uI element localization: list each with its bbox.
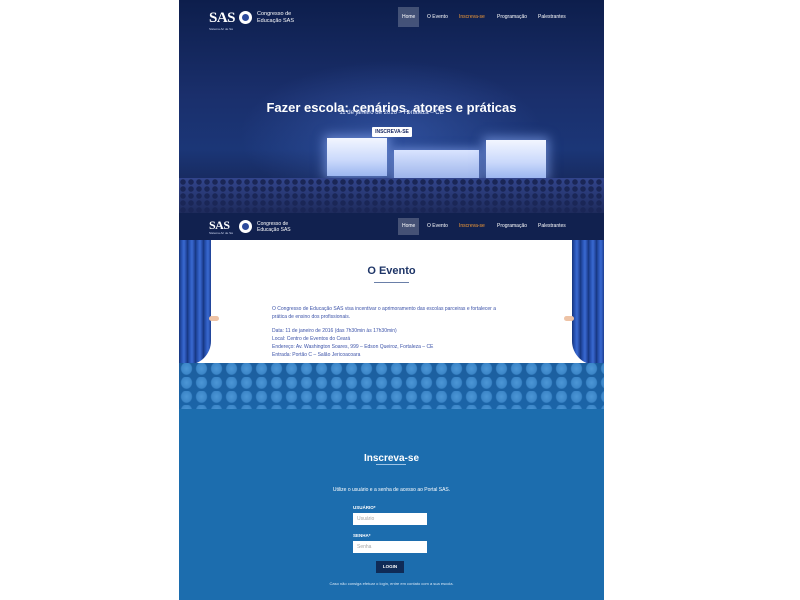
nav-o-evento[interactable]: O Evento (423, 7, 452, 27)
hand-right (564, 316, 574, 321)
user-input[interactable] (353, 513, 427, 525)
event-address: Endereço: Av. Washington Soares, 999 – E… (272, 344, 434, 350)
event-section: O Evento O Congresso de Educação SAS vis… (179, 240, 604, 365)
nav-home[interactable]: Home (398, 218, 420, 235)
password-input[interactable] (353, 541, 427, 553)
nav-o-evento[interactable]: O Evento (423, 218, 452, 235)
logo-tagline: Sistema Ari de Sá (209, 231, 233, 235)
hand-left (209, 316, 219, 321)
nav-programacao[interactable]: Programação (493, 218, 531, 235)
nav-home[interactable]: Home (398, 7, 420, 27)
site-name-line2: Educação SAS (257, 227, 291, 233)
password-label: SENHA* (353, 533, 371, 538)
login-button[interactable]: LOGIN (376, 561, 404, 573)
event-description-line1: O Congresso de Educação SAS visa incenti… (272, 306, 497, 312)
globe-icon (239, 11, 252, 24)
stage-screen-left (327, 138, 387, 176)
theater-seats (179, 363, 604, 409)
signup-title: Inscreva-se (363, 453, 420, 465)
signup-divider (376, 464, 406, 465)
globe-icon (239, 220, 252, 233)
event-location: Local: Centro de Eventos do Ceará (272, 336, 351, 342)
event-description: O Congresso de Educação SAS visa incenti… (272, 305, 522, 359)
site-name[interactable]: Congresso de Educação SAS (257, 221, 307, 233)
nav-inscreva-se[interactable]: Inscreva-se (455, 218, 489, 235)
event-title: O Evento (367, 265, 416, 278)
signup-description: Utilize o usuário e a senha de acesso ao… (332, 487, 451, 493)
logo-tagline: Sistema Ari de Sá (209, 27, 233, 31)
stage-screen-right (486, 140, 546, 178)
event-entrance: Entrada: Portão C – Salão Jericoacoara (272, 352, 361, 358)
sticky-navigation: SAS Sistema Ari de Sá Congresso de Educa… (179, 213, 604, 240)
site-name-line2: Educação SAS (257, 17, 294, 24)
curtain-left (179, 240, 211, 365)
site: SAS Sistema Ari de Sá Congresso de Educa… (179, 0, 604, 600)
hero-section: SAS Sistema Ari de Sá Congresso de Educa… (179, 0, 604, 213)
hero-subtitle: 11 de janeiro de 2016 – Fortaleza – CE (339, 110, 444, 116)
nav-palestrantes[interactable]: Palestrantes (534, 218, 570, 235)
site-name[interactable]: Congresso de Educação SAS (257, 11, 307, 24)
signup-section: Inscreva-se Utilize o usuário e a senha … (179, 409, 604, 600)
logo[interactable]: SAS (209, 10, 236, 27)
event-date: Data: 11 de janeiro de 2016 (das 7h30min… (272, 328, 397, 334)
user-label: USUÁRIO* (353, 505, 376, 510)
curtain-right (572, 240, 604, 365)
nav-inscreva-se[interactable]: Inscreva-se (455, 7, 489, 27)
nav-programacao[interactable]: Programação (493, 7, 531, 27)
event-description-line2: prática de ensino dos profissionais. (272, 314, 351, 320)
audience-image (179, 178, 604, 213)
signup-help-text: Caso não consiga efetuar o login, entre … (329, 581, 454, 586)
top-navigation: SAS Sistema Ari de Sá Congresso de Educa… (179, 0, 604, 36)
event-divider (374, 282, 409, 283)
nav-palestrantes[interactable]: Palestrantes (534, 7, 570, 27)
inscreva-se-button[interactable]: INSCREVA-SE (372, 127, 412, 137)
